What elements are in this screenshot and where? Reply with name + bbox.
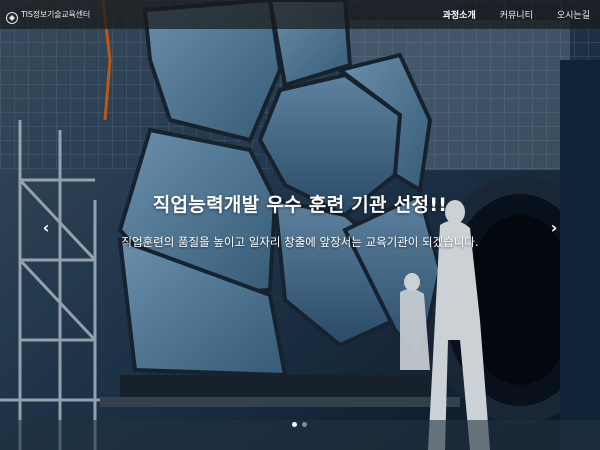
nav-item-courses[interactable]: 과정소개: [443, 8, 476, 21]
nav-item-community[interactable]: 커뮤니티: [500, 8, 533, 21]
hero-slider: [0, 0, 600, 450]
site-logo[interactable]: TIS정보기술교육센터: [6, 9, 91, 24]
top-navigation-bar: TIS정보기술교육센터 과정소개 커뮤니티 오시는길: [0, 0, 600, 29]
hero-background-image: [0, 0, 600, 450]
logo-icon: [6, 9, 18, 24]
chevron-right-icon[interactable]: ›: [548, 218, 560, 238]
hero-headline: 직업능력개발 우수 훈련 기관 선정!!: [152, 194, 448, 216]
logo-text: TIS정보기술교육센터: [21, 10, 91, 19]
slider-pagination: [292, 422, 307, 427]
slide-dot-1[interactable]: [292, 422, 297, 427]
main-nav: 과정소개 커뮤니티 오시는길: [443, 8, 590, 21]
nav-item-directions[interactable]: 오시는길: [557, 8, 590, 21]
chevron-left-icon[interactable]: ‹: [40, 218, 52, 238]
hero-subline: 직업훈련의 품질을 높이고 일자리 창출에 앞장서는 교육기관이 되겠습니다.: [121, 235, 479, 249]
slide-dot-2[interactable]: [302, 422, 307, 427]
